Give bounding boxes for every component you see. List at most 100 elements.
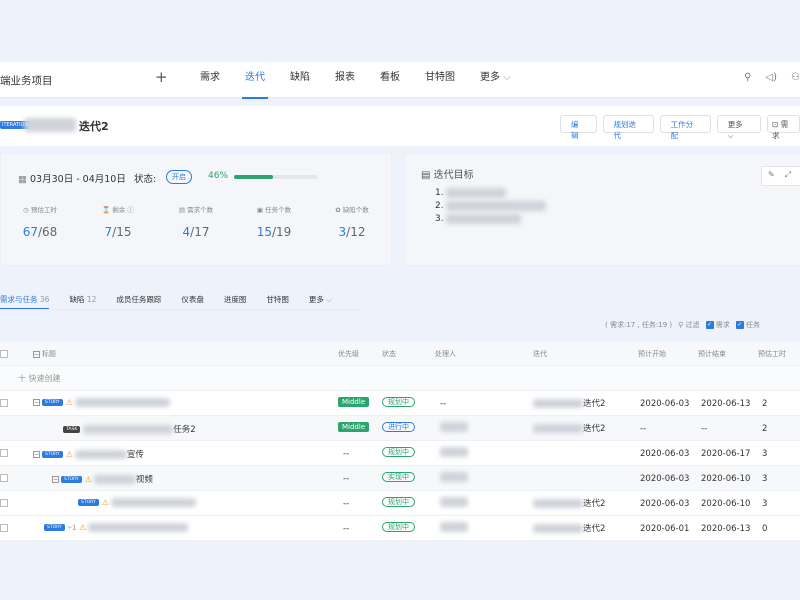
user-icon[interactable]: ⚇ xyxy=(791,72,800,83)
sound-icon[interactable]: ◁) xyxy=(765,72,777,83)
status-badge[interactable]: 进行中 xyxy=(382,422,415,432)
status-badge[interactable]: 规划中 xyxy=(382,447,415,457)
subtab-defects[interactable]: 缺陷 12 xyxy=(69,294,96,305)
expand-icon[interactable]: ⤢ xyxy=(785,170,791,182)
project-name[interactable]: 端业务项目 xyxy=(0,73,53,88)
row-title[interactable]: STORY ⚠ xyxy=(78,498,196,508)
owner[interactable] xyxy=(440,447,468,458)
collapse-icon[interactable]: − xyxy=(33,350,40,358)
row-title[interactable]: − STORY ⚠ xyxy=(33,398,170,408)
edit-button[interactable]: 编辑 xyxy=(560,115,597,140)
end-date[interactable]: 2020-06-17 xyxy=(701,449,750,459)
status-badge[interactable]: 规划中 xyxy=(382,522,415,532)
quick-create-row[interactable]: 十 快速创建 xyxy=(0,366,800,391)
plan-iteration-button[interactable]: 规划迭代 xyxy=(602,115,654,140)
tab-more[interactable]: 更多 ⌵ xyxy=(480,62,511,98)
row-checkbox[interactable] xyxy=(0,399,8,407)
col-iteration[interactable]: 迭代 xyxy=(533,349,547,359)
collapse-icon[interactable]: − xyxy=(33,399,40,406)
hours[interactable]: 0 xyxy=(762,524,767,534)
priority-badge[interactable]: Middle xyxy=(338,422,370,432)
hours[interactable]: 3 xyxy=(762,449,767,459)
row-checkbox[interactable] xyxy=(0,524,8,532)
end-date[interactable]: 2020-06-13 xyxy=(701,399,750,409)
table-row[interactable]: STORY ⚠ -- 规划中 迭代2 2020-06-03 2020-06-10 … xyxy=(0,491,800,516)
start-date[interactable]: 2020-06-03 xyxy=(640,499,689,509)
plus-icon[interactable]: + xyxy=(155,68,168,86)
col-title[interactable]: − 标题 xyxy=(33,349,56,359)
priority[interactable]: -- xyxy=(343,449,349,459)
subtab-gantt[interactable]: 甘特图 xyxy=(266,294,289,305)
tab-iteration[interactable]: 迭代 xyxy=(242,62,268,99)
col-owner[interactable]: 处理人 xyxy=(435,349,456,359)
subtab-more[interactable]: 更多 ⌵ xyxy=(309,294,332,305)
iteration[interactable]: 迭代2 xyxy=(533,497,605,509)
iteration[interactable]: 迭代2 xyxy=(533,422,605,434)
quick-create[interactable]: 十 快速创建 xyxy=(18,373,61,384)
table-row[interactable]: − STORY ⚠ 宣传 -- 规划中 2020-06-03 2020-06-17 3 xyxy=(0,441,800,466)
select-all-checkbox[interactable] xyxy=(0,350,8,358)
status-badge[interactable]: 规划中 xyxy=(382,397,415,407)
start-date[interactable]: 2020-06-01 xyxy=(640,524,689,534)
row-checkbox[interactable] xyxy=(0,499,8,507)
owner[interactable] xyxy=(440,472,468,483)
col-status[interactable]: 状态 xyxy=(382,349,396,359)
tab-defects[interactable]: 缺陷 xyxy=(290,62,310,98)
priority[interactable]: -- xyxy=(343,499,349,509)
show-task-checkbox[interactable]: ✓ 任务 xyxy=(735,320,760,330)
more-button[interactable]: 更多 ⌵ xyxy=(716,115,762,140)
iteration[interactable]: 迭代2 xyxy=(533,397,605,409)
hours[interactable]: 2 xyxy=(762,399,767,409)
hours[interactable]: 2 xyxy=(762,424,767,434)
end-date[interactable]: -- xyxy=(701,424,707,434)
tab-kanban[interactable]: 看板 xyxy=(380,62,400,98)
subtab-req-tasks[interactable]: 需求与任务 36 xyxy=(0,294,50,310)
collapse-icon[interactable]: − xyxy=(33,451,40,458)
priority-badge[interactable]: Middle xyxy=(338,397,370,407)
row-title[interactable]: − STORY ⚠ 宣传 xyxy=(33,448,144,460)
hours[interactable]: 3 xyxy=(762,499,767,509)
priority[interactable]: -- xyxy=(343,474,349,484)
table-row[interactable]: TASK 任务2 Middle 进行中 迭代2 -- -- 2 xyxy=(0,416,800,441)
owner[interactable] xyxy=(440,522,468,533)
row-title[interactable]: STORY ⑂1 ⚠ xyxy=(44,523,189,533)
col-end[interactable]: 预计结束 xyxy=(698,349,726,359)
col-start[interactable]: 预计开始 xyxy=(638,349,666,359)
edit-icon[interactable]: ✎ xyxy=(768,170,775,182)
filter-button[interactable]: ⚲ 过滤 xyxy=(678,320,699,330)
hours[interactable]: 3 xyxy=(762,474,767,484)
end-date[interactable]: 2020-06-10 xyxy=(701,474,750,484)
search-icon[interactable]: ⚲ xyxy=(744,72,751,83)
work-assign-button[interactable]: 工作分配 xyxy=(659,115,711,140)
subtab-progress[interactable]: 进度图 xyxy=(224,294,247,305)
row-title[interactable]: TASK 任务2 xyxy=(63,423,196,435)
owner[interactable] xyxy=(440,422,468,433)
extra-button[interactable]: ⊡ 需求 xyxy=(767,115,800,140)
owner[interactable]: -- xyxy=(440,399,446,409)
start-date[interactable]: 2020-06-03 xyxy=(640,399,689,409)
col-priority[interactable]: 优先级 xyxy=(338,349,359,359)
iteration[interactable]: 迭代2 xyxy=(533,522,605,534)
subtab-member-tracking[interactable]: 成员任务跟踪 xyxy=(116,294,161,305)
status-badge[interactable]: 实现中 xyxy=(382,472,415,482)
collapse-icon[interactable]: − xyxy=(52,476,59,483)
tab-gantt[interactable]: 甘特图 xyxy=(425,62,455,98)
tab-reports[interactable]: 报表 xyxy=(335,62,355,98)
end-date[interactable]: 2020-06-10 xyxy=(701,499,750,509)
row-checkbox[interactable] xyxy=(0,474,8,482)
start-date[interactable]: -- xyxy=(640,424,646,434)
row-title[interactable]: − STORY ⚠ 视频 xyxy=(52,473,153,485)
table-row[interactable]: − STORY ⚠ 视频 -- 实现中 2020-06-03 2020-06-10 3 xyxy=(0,466,800,491)
tab-requirements[interactable]: 需求 xyxy=(200,62,220,98)
table-row[interactable]: − STORY ⚠ Middle 规划中 -- 迭代2 2020-06-03 202… xyxy=(0,391,800,416)
row-checkbox[interactable] xyxy=(0,449,8,457)
table-row[interactable]: STORY ⑂1 ⚠ -- 规划中 迭代2 2020-06-01 2020-06-… xyxy=(0,516,800,541)
priority[interactable]: -- xyxy=(343,524,349,534)
start-date[interactable]: 2020-06-03 xyxy=(640,474,689,484)
start-date[interactable]: 2020-06-03 xyxy=(640,449,689,459)
show-req-checkbox[interactable]: ✓ 需求 xyxy=(705,320,730,330)
subtab-dashboard[interactable]: 仪表盘 xyxy=(181,294,204,305)
col-hours[interactable]: 预估工时 xyxy=(758,349,786,359)
status-badge[interactable]: 规划中 xyxy=(382,497,415,507)
owner[interactable] xyxy=(440,497,468,508)
